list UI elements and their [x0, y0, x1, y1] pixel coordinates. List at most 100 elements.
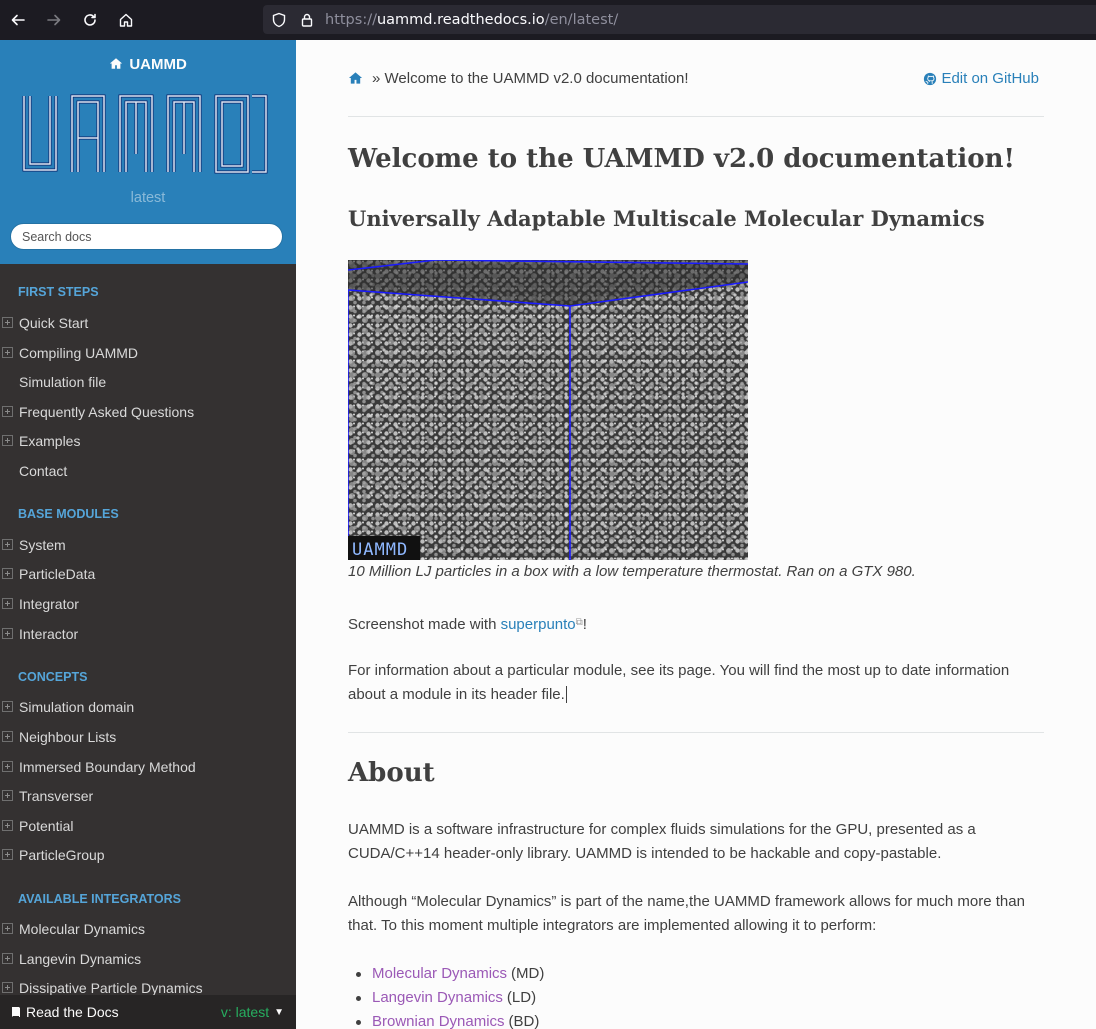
nav-item-label: Simulation domain: [19, 698, 135, 715]
integrators-list: Molecular Dynamics (MD) Langevin Dynamics…: [356, 962, 544, 1029]
molecular-dynamics-link[interactable]: Molecular Dynamics: [372, 962, 507, 986]
section-caption-base-modules: BASE MODULES: [18, 507, 119, 521]
expand-icon[interactable]: [2, 953, 13, 964]
nav-item-contact[interactable]: Contact: [0, 456, 296, 485]
simulation-screenshot-image: UAMMD: [348, 260, 748, 560]
search-input[interactable]: Search docs: [10, 223, 283, 250]
version-label: latest: [130, 190, 166, 206]
page-title: Welcome to the UAMMD v2.0 documentation!: [348, 144, 1015, 174]
nav-item-label: System: [19, 536, 66, 553]
nav-item-label: Dissipative Particle Dynamics: [19, 979, 203, 996]
nav-item-quick-start[interactable]: Quick Start: [0, 308, 296, 337]
address-bar[interactable]: https://uammd.readthedocs.io/en/latest/: [263, 5, 1096, 34]
rtd-version: v: latest: [220, 1004, 270, 1020]
nav-item-particlegroup[interactable]: ParticleGroup: [0, 840, 296, 869]
expand-icon[interactable]: [2, 982, 13, 993]
nav-item-simulation-file[interactable]: Simulation file: [0, 367, 296, 396]
nav-item-transverser[interactable]: Transverser: [0, 781, 296, 810]
forward-button[interactable]: [36, 0, 72, 40]
expand-icon[interactable]: [2, 435, 13, 446]
back-button[interactable]: [0, 0, 36, 40]
edit-on-github-link[interactable]: Edit on GitHub: [923, 70, 1039, 87]
breadcrumb-current: Welcome to the UAMMD v2.0 documentation!: [384, 70, 689, 87]
uammd-logo[interactable]: [20, 94, 270, 174]
project-home-link[interactable]: UAMMD: [0, 56, 296, 73]
nav-item-label: Quick Start: [19, 314, 89, 331]
rtd-version-selector[interactable]: v: latest ▼: [221, 1004, 284, 1020]
nav-item-interactor[interactable]: Interactor: [0, 619, 296, 648]
nav-item-label: ParticleData: [19, 565, 96, 582]
forward-arrow-icon: [47, 14, 61, 26]
bullet: [356, 995, 361, 1001]
caret-down-icon: ▼: [274, 1006, 284, 1018]
home-icon: [119, 13, 133, 27]
rtd-label-wrap: Read the Docs: [10, 1004, 119, 1020]
expand-icon[interactable]: [2, 790, 13, 801]
expand-icon[interactable]: [2, 820, 13, 831]
nav-item-langevin-dynamics[interactable]: Langevin Dynamics: [0, 944, 296, 973]
nav-item-label: Immersed Boundary Method: [19, 758, 196, 775]
search-placeholder: Search docs: [22, 229, 92, 244]
expand-icon[interactable]: [2, 849, 13, 860]
bullet: [356, 971, 361, 977]
book-icon: [12, 1007, 20, 1017]
url-scheme: https://: [325, 11, 377, 28]
nav-item-examples[interactable]: Examples: [0, 426, 296, 455]
langevin-dynamics-link[interactable]: Langevin Dynamics: [372, 986, 503, 1010]
nav-item-label: Compiling UAMMD: [19, 344, 139, 361]
integrator-abbr: (BD): [508, 1013, 540, 1029]
nav-item-label: Integrator: [19, 595, 79, 612]
nav-item-label: Frequently Asked Questions: [19, 403, 195, 420]
expand-icon[interactable]: [2, 923, 13, 934]
external-link-icon: ⧉: [575, 617, 583, 628]
expand-icon[interactable]: [2, 598, 13, 609]
expand-icon[interactable]: [2, 701, 13, 712]
section-caption-concepts: CONCEPTS: [18, 670, 88, 684]
nav-item-label: Neighbour Lists: [19, 728, 117, 745]
nav-item-integrator[interactable]: Integrator: [0, 589, 296, 618]
figure-watermark: UAMMD: [352, 540, 408, 560]
expand-icon[interactable]: [2, 406, 13, 417]
bullet: [356, 1019, 361, 1025]
nav-item-potential[interactable]: Potential: [0, 811, 296, 840]
breadcrumb: » Welcome to the UAMMD v2.0 documentatio…: [348, 70, 689, 87]
expand-icon[interactable]: [2, 568, 13, 579]
screenshot-credit-paragraph: Screenshot made with superpunto⧉!: [348, 611, 1048, 637]
url-text[interactable]: https://uammd.readthedocs.io/en/latest/: [325, 12, 618, 28]
nav-item-label: Molecular Dynamics: [19, 920, 146, 937]
nav-item-molecular-dynamics[interactable]: Molecular Dynamics: [0, 914, 296, 943]
nav-item-compiling-uammd[interactable]: Compiling UAMMD: [0, 338, 296, 367]
lock-icon[interactable]: [299, 12, 315, 28]
brownian-dynamics-link[interactable]: Brownian Dynamics: [372, 1010, 505, 1029]
expand-icon[interactable]: [2, 628, 13, 639]
main-content: » Welcome to the UAMMD v2.0 documentatio…: [296, 40, 1096, 1029]
breadcrumb-home-icon[interactable]: [348, 71, 364, 86]
module-info-text: For information about a particular modul…: [348, 662, 1010, 703]
rtd-versions-bar[interactable]: Read the Docs v: latest ▼: [0, 995, 296, 1029]
nav-item-label: ParticleGroup: [19, 846, 105, 863]
expand-icon[interactable]: [2, 317, 13, 328]
github-icon: [924, 72, 937, 85]
sidebar: UAMMD latest Search docs FIRST STEPS Qui…: [0, 40, 296, 1029]
home-button[interactable]: [108, 0, 144, 40]
expand-icon[interactable]: [2, 761, 13, 772]
reload-icon: [84, 13, 96, 26]
list-item: Molecular Dynamics (MD): [356, 962, 544, 986]
nav-item-system[interactable]: System: [0, 530, 296, 559]
list-item: Brownian Dynamics (BD): [356, 1010, 544, 1029]
breadcrumb-separator: »: [372, 70, 385, 87]
nav-item-immersed-boundary[interactable]: Immersed Boundary Method: [0, 752, 296, 781]
reload-button[interactable]: [72, 0, 108, 40]
nav-item-faq[interactable]: Frequently Asked Questions: [0, 397, 296, 426]
home-icon: [110, 58, 123, 69]
about-paragraph-1: UAMMD is a software infrastructure for c…: [348, 821, 976, 862]
nav-item-neighbour-lists[interactable]: Neighbour Lists: [0, 722, 296, 751]
expand-icon[interactable]: [2, 347, 13, 358]
tracking-protection-shield-icon[interactable]: [271, 12, 287, 28]
expand-icon[interactable]: [2, 731, 13, 742]
superpunto-link[interactable]: superpunto: [501, 616, 576, 633]
nav-item-simulation-domain[interactable]: Simulation domain: [0, 692, 296, 721]
expand-icon[interactable]: [2, 539, 13, 550]
section-divider: [348, 732, 1044, 733]
nav-item-particledata[interactable]: ParticleData: [0, 559, 296, 588]
